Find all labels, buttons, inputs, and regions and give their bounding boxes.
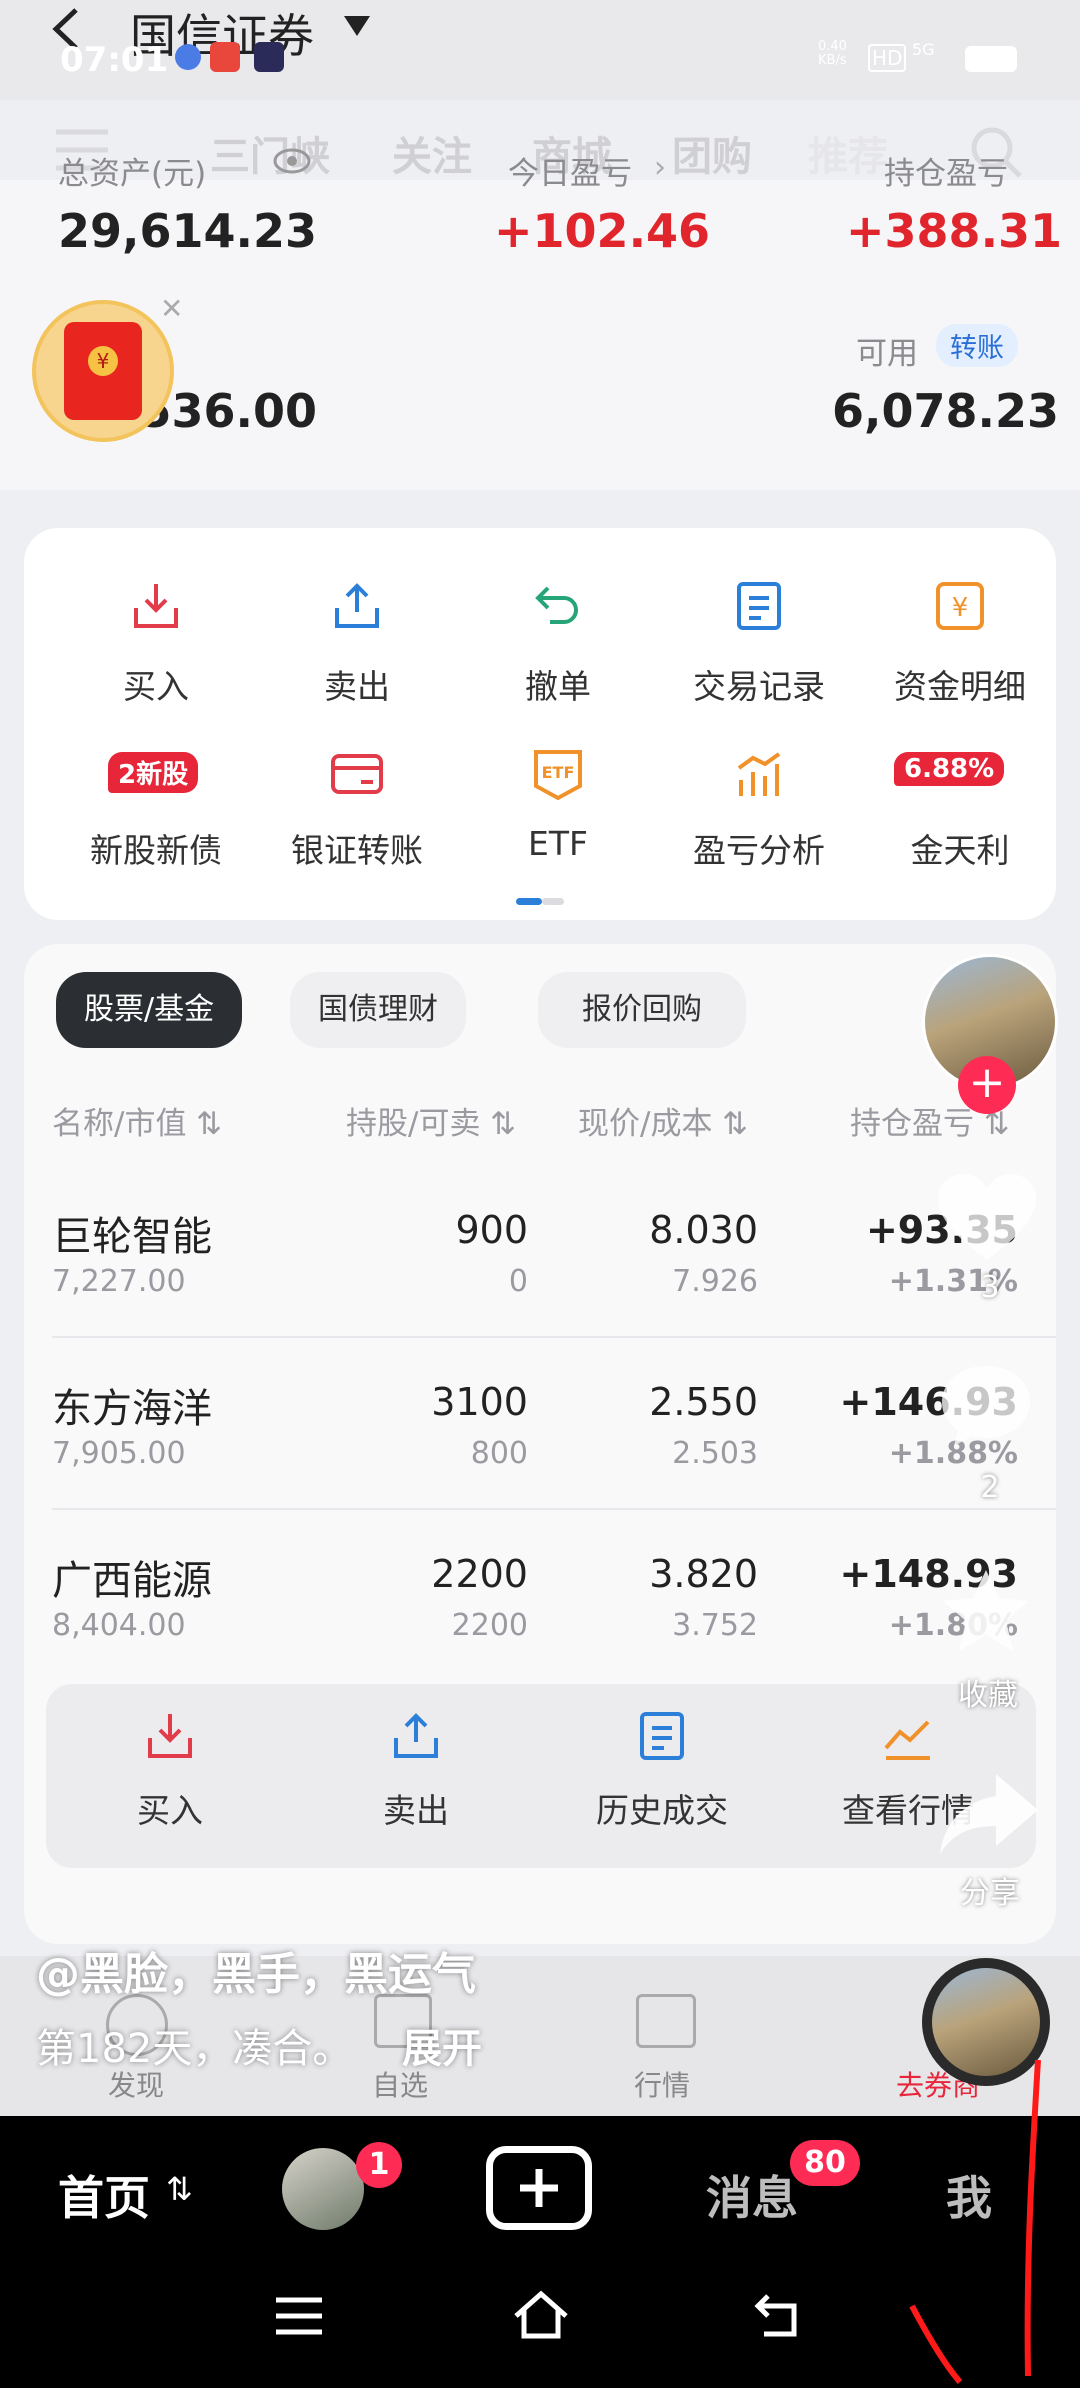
sell-icon [329,578,385,634]
tab-stocks-funds[interactable]: 股票/基金 [56,972,243,1048]
sell-icon [388,1708,444,1764]
red-packet-icon: ¥ [64,322,142,420]
tab-follow[interactable]: 关注 [392,124,472,182]
buy-icon [142,1708,198,1764]
table-row[interactable]: 东方海洋 7,905.00 3100 800 2.550 2.503 +146.… [24,1338,1056,1510]
share-icon[interactable] [936,1768,1042,1860]
table-row[interactable]: 巨轮智能 7,227.00 900 0 8.030 7.926 +93.35 +… [24,1166,1056,1338]
tab-treasury[interactable]: 国债理财 [290,972,466,1048]
rate-badge: 6.88% [894,752,1005,786]
friend-badge: 1 [356,2142,402,2188]
etf-icon: ETF [530,746,586,802]
nav-home[interactable]: 首页 [58,2162,150,2228]
today-pl-value: +102.46 [494,204,711,258]
messages-badge: 80 [790,2140,860,2186]
video-author[interactable]: @黑脸，黑手，黑运气 [36,1938,476,2002]
battery-icon [965,46,1017,72]
hd-badge: HD [868,44,907,72]
eye-icon[interactable] [272,146,312,176]
home-icon[interactable] [512,2290,570,2340]
col-header-shares[interactable]: 持股/可卖 ⇅ [346,1098,516,1143]
transfer-button[interactable]: 转账 [936,324,1018,367]
expand-button[interactable]: 展开 [402,2016,482,2074]
back-nav-icon[interactable] [754,2292,804,2338]
signal-icon: 5G [912,40,935,59]
app-notif-icon [254,42,284,72]
action-history[interactable]: 历史成交 [542,1708,782,1832]
annotation-stroke [900,2040,1070,2388]
action-sell[interactable]: 卖出 [296,1708,536,1832]
nav-messages[interactable]: 消息 [706,2162,798,2228]
switch-icon[interactable]: ⇅ [166,2170,193,2208]
status-time: 07:01 [60,40,169,80]
available-value: 6,078.23 [832,384,1059,438]
red-packet-float[interactable]: ¥ [32,300,174,442]
video-caption: 第182天，凑合。 [36,2026,353,2072]
today-pl-label: 今日盈亏 [508,156,632,192]
total-assets-label: 总资产(元) [58,156,207,192]
page-indicator-active [516,898,542,905]
record-icon [634,1708,690,1764]
collect-label: 收藏 [958,1678,1018,1713]
svg-text:¥: ¥ [952,593,969,623]
card-icon [329,746,385,802]
table-row[interactable]: 广西能源 8,404.00 2200 2200 3.820 3.752 +148… [24,1510,1056,1670]
action-buy[interactable]: 买入 [50,1708,290,1832]
trend-icon [880,1708,936,1764]
total-assets-value: 29,614.23 [58,204,317,258]
recents-icon[interactable] [274,2296,324,2336]
tab-local[interactable]: 三门峡 [210,124,330,182]
buy-icon [128,578,184,634]
position-pl-value: +388.31 [846,204,1063,258]
follow-plus-icon[interactable]: + [958,1056,1016,1114]
col-header-name[interactable]: 名称/市值 ⇅ [52,1098,222,1143]
chevron-down-icon[interactable] [342,14,372,38]
nav-market[interactable]: 行情 [622,2064,702,2104]
friend-avatar[interactable] [282,2148,364,2230]
record-icon [731,578,787,634]
yen-icon: ¥ [932,578,988,634]
like-count: 3 [980,1270,1000,1305]
position-pl-label: 持仓盈亏 [884,156,1008,192]
svg-text:ETF: ETF [542,763,575,782]
star-icon[interactable] [936,1566,1036,1662]
tab-recommend[interactable]: 推荐 [808,124,888,182]
like-icon[interactable] [932,1168,1042,1268]
page-indicator [542,898,564,905]
available-label: 可用 [856,336,918,372]
net-speed: 0.40 KB/s [818,39,847,68]
comment-count: 2 [980,1470,1000,1505]
undo-icon [530,578,586,634]
col-header-price[interactable]: 现价/成本 ⇅ [578,1098,748,1143]
tab-groupbuy[interactable]: 团购 [672,124,752,182]
app-notif-icon [210,42,240,72]
chevron-right-icon: › [654,150,666,185]
function-grid: 买入 卖出 撤单 交易记录 ¥ 资金明细 2新股 新股新债 银证转账 ETF E… [24,528,1056,920]
tab-repo[interactable]: 报价回购 [538,972,746,1048]
close-icon[interactable]: ✕ [160,292,183,325]
chart-icon [731,746,787,802]
share-label: 分享 [960,1876,1020,1911]
app-notif-icon [175,44,201,70]
new-shares-badge: 2新股 [108,752,199,793]
comment-icon[interactable] [936,1360,1036,1450]
market-icon [636,1994,696,2048]
create-button[interactable] [486,2146,592,2230]
